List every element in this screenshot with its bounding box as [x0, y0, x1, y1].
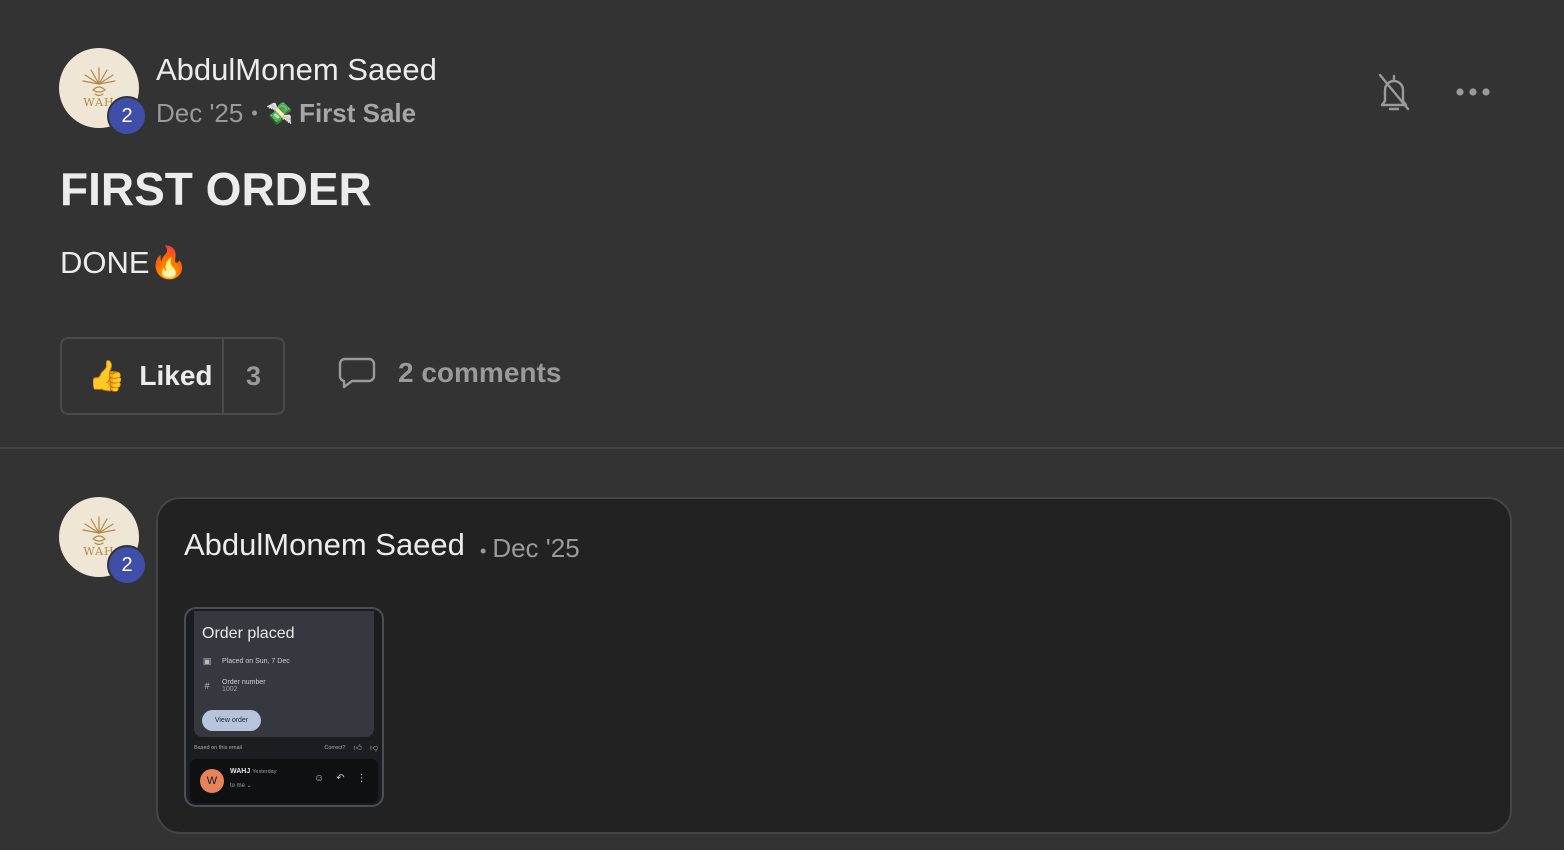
recipient-line: to me ⌄	[230, 783, 252, 789]
comment-meta: • Dec '25	[480, 533, 580, 564]
meta-separator: •	[251, 103, 258, 123]
emoji-icon: ☺	[314, 773, 325, 784]
calendar-icon: ▣	[202, 656, 212, 666]
more-horizontal-icon	[1456, 88, 1490, 96]
comment-date[interactable]: Dec '25	[492, 533, 579, 563]
notifications-toggle-button[interactable]	[1376, 70, 1412, 114]
avatar-logo-subtext	[99, 558, 100, 562]
hash-icon: #	[204, 681, 210, 691]
thumbs-up-icon: 👍	[88, 359, 126, 393]
placed-on-row: ▣ Placed on Sun, 7 Dec	[202, 656, 290, 667]
author-avatar[interactable]: WAH 2	[59, 48, 147, 136]
order-placed-title: Order placed	[202, 625, 295, 642]
sender-name: WAHJ	[230, 768, 251, 775]
order-number-label: Order number	[222, 679, 266, 686]
level-badge: 2	[107, 96, 147, 136]
like-control: 👍 Liked 3	[60, 337, 285, 415]
meta-separator: •	[480, 541, 487, 561]
correct-question: Correct?	[324, 745, 346, 751]
palm-logo-icon	[82, 66, 116, 96]
sender-line: WAHJ Yesterday	[230, 768, 277, 775]
email-header: W WAHJ Yesterday to me ⌄ ☺ ↶ ⋮	[190, 759, 378, 803]
post-title: FIRST ORDER	[60, 163, 372, 215]
post-body: DONE🔥	[60, 245, 189, 280]
comment-author-avatar[interactable]: WAH 2	[59, 497, 147, 585]
comment-bubble-icon	[338, 357, 376, 389]
email-feedback-row: Based on this email Correct? 👍︎ 👎︎	[194, 743, 378, 753]
like-label: Liked	[139, 360, 213, 391]
post-category[interactable]: First Sale	[299, 98, 416, 129]
comment-section: WAH 2 AbdulMonem Saeed • Dec '25 Order pl…	[0, 449, 1564, 848]
more-options-button[interactable]	[1452, 76, 1494, 108]
reply-icon: ↶	[336, 773, 345, 784]
money-wings-icon: 💸	[265, 100, 294, 126]
email-actions: ☺ ↶ ⋮	[314, 773, 367, 784]
comment-author-name[interactable]: AbdulMonem Saeed	[184, 527, 465, 563]
comment-card: AbdulMonem Saeed • Dec '25 Order placed ▣…	[156, 497, 1512, 834]
sender-avatar: W	[200, 769, 224, 793]
comments-count-label: 2 comments	[398, 357, 562, 388]
comment-image-attachment[interactable]: Order placed ▣ Placed on Sun, 7 Dec # Or…	[184, 607, 384, 807]
order-number-row: # Order number 1002	[202, 679, 266, 693]
order-number-value: 1002	[222, 686, 238, 693]
thumbs-up-icon: 👍︎	[353, 743, 362, 752]
level-badge: 2	[107, 545, 147, 585]
like-count[interactable]: 3	[224, 339, 283, 413]
placed-on-text: Placed on Sun, 7 Dec	[222, 658, 290, 665]
post-date[interactable]: Dec '25	[156, 98, 243, 129]
based-on-email-text: Based on this email	[194, 745, 242, 751]
view-order-button: View order	[202, 710, 261, 731]
thumbs-down-icon: 👎︎	[369, 743, 378, 752]
sent-time: Yesterday	[252, 769, 277, 775]
order-placed-card: Order placed ▣ Placed on Sun, 7 Dec # Or…	[194, 611, 374, 737]
bell-off-icon	[1378, 73, 1410, 111]
post: WAH 2 AbdulMonem Saeed Dec '25 • 💸 First…	[0, 0, 1564, 449]
post-meta: Dec '25 • 💸 First Sale	[156, 98, 416, 129]
like-button[interactable]: 👍 Liked	[62, 339, 224, 413]
more-vertical-icon: ⋮	[356, 773, 367, 784]
post-author-name[interactable]: AbdulMonem Saeed	[156, 52, 437, 88]
palm-logo-icon	[82, 515, 116, 545]
order-number-block: Order number 1002	[222, 679, 266, 693]
comments-button[interactable]: 2 comments	[338, 356, 561, 390]
avatar-logo-subtext	[99, 109, 100, 113]
